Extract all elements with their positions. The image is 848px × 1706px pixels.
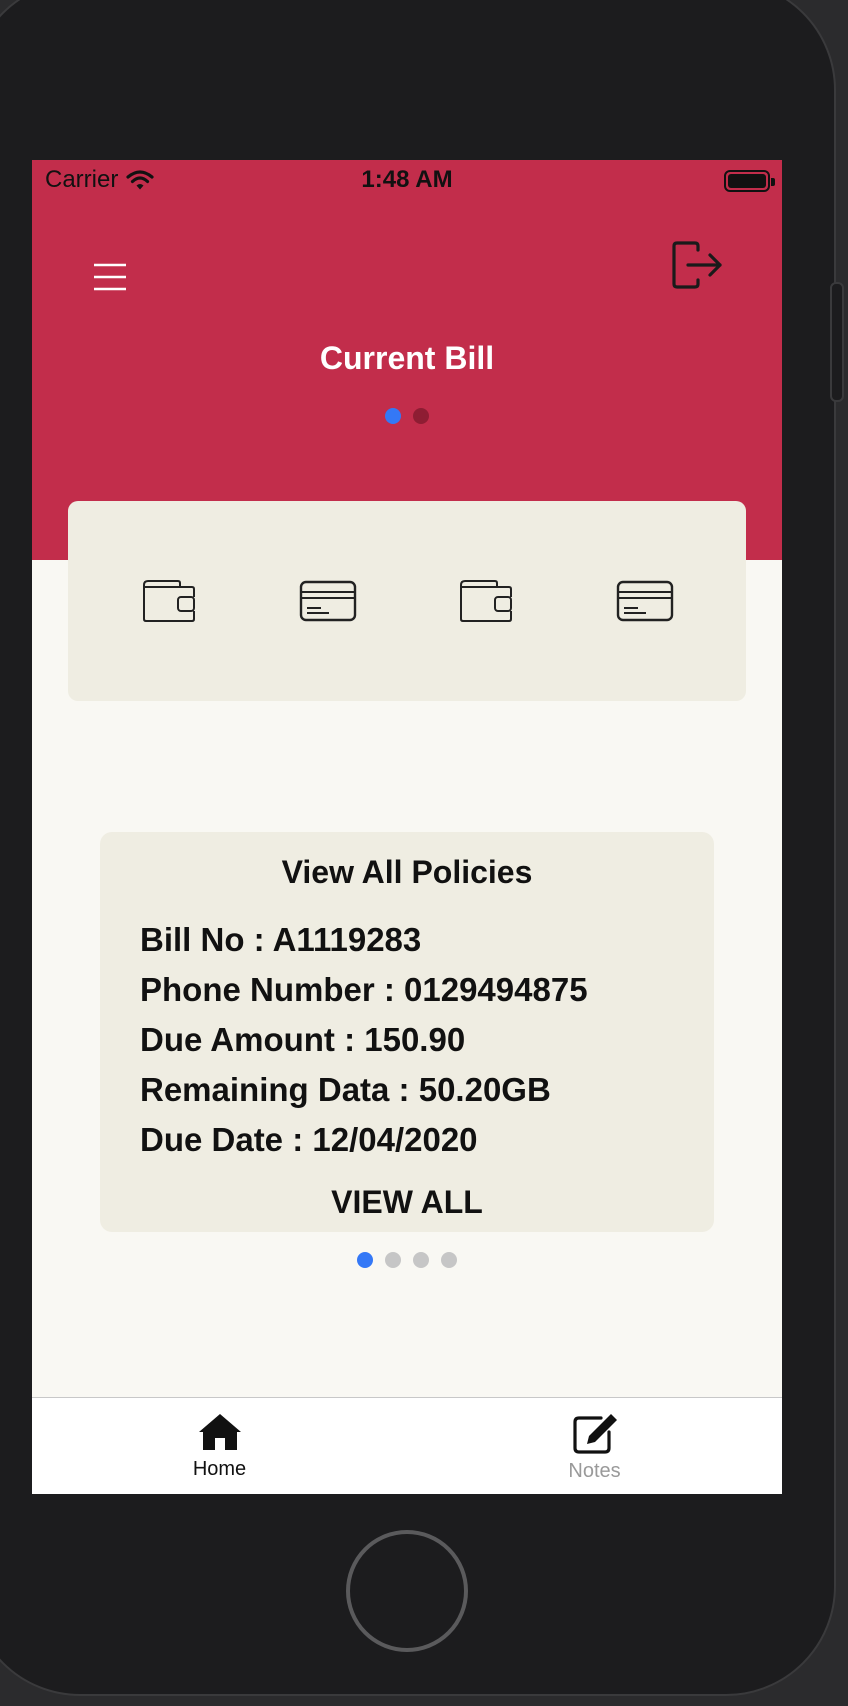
page-dot[interactable]: [413, 1252, 429, 1268]
device-frame: Carrier 1:48 AM Current Bill View All Po…: [0, 0, 848, 1706]
page-dot[interactable]: [441, 1252, 457, 1268]
wallet-icon: [460, 580, 513, 622]
app-screen: Carrier 1:48 AM Current Bill View All Po…: [32, 160, 782, 1494]
page-dot-active[interactable]: [357, 1252, 373, 1268]
quick-action-card-1[interactable]: [298, 576, 358, 626]
battery-icon: [724, 170, 775, 192]
hamburger-icon: [94, 263, 126, 291]
side-button: [830, 282, 844, 402]
tab-notes[interactable]: Notes: [407, 1398, 782, 1494]
status-bar: Carrier 1:48 AM: [32, 160, 782, 200]
quick-action-card-2[interactable]: [615, 576, 675, 626]
credit-card-icon: [299, 580, 356, 622]
wallet-icon: [143, 580, 196, 622]
menu-button[interactable]: [92, 262, 128, 292]
bill-number: Bill No : A1119283: [140, 921, 422, 958]
header-page-indicator[interactable]: [32, 408, 782, 424]
page-dot-active[interactable]: [385, 408, 401, 424]
logout-button[interactable]: [670, 240, 726, 290]
tab-notes-label: Notes: [568, 1460, 621, 1482]
logout-icon: [672, 241, 722, 289]
edit-note-icon: [572, 1414, 617, 1454]
home-button[interactable]: [346, 1530, 468, 1652]
tab-home-label: Home: [192, 1458, 247, 1480]
tab-bar: Home Notes: [32, 1397, 782, 1494]
credit-card-icon: [616, 580, 673, 622]
page-title: Current Bill: [319, 340, 495, 376]
page-dot[interactable]: [385, 1252, 401, 1268]
quick-action-wallet-2[interactable]: [456, 576, 516, 626]
view-all-button[interactable]: VIEW ALL: [100, 1184, 714, 1221]
policy-card-title: View All Policies: [281, 854, 533, 890]
phone-number: Phone Number : 0129494875: [140, 971, 588, 1008]
tab-home[interactable]: Home: [32, 1398, 407, 1494]
page-dot[interactable]: [413, 408, 429, 424]
due-date: Due Date : 12/04/2020: [140, 1121, 478, 1158]
policy-card: View All Policies Bill No : A1119283 Pho…: [100, 832, 714, 1232]
quick-actions-card: [68, 501, 746, 701]
status-time: 1:48 AM: [361, 166, 453, 193]
remaining-data: Remaining Data : 50.20GB: [140, 1071, 551, 1108]
header-banner: Carrier 1:48 AM Current Bill: [32, 160, 782, 560]
home-icon: [198, 1414, 241, 1450]
policy-details: Bill No : A1119283 Phone Number : 012949…: [140, 920, 588, 1170]
quick-action-wallet-1[interactable]: [139, 576, 199, 626]
due-amount: Due Amount : 150.90: [140, 1021, 466, 1058]
policy-page-indicator[interactable]: [32, 1252, 782, 1268]
